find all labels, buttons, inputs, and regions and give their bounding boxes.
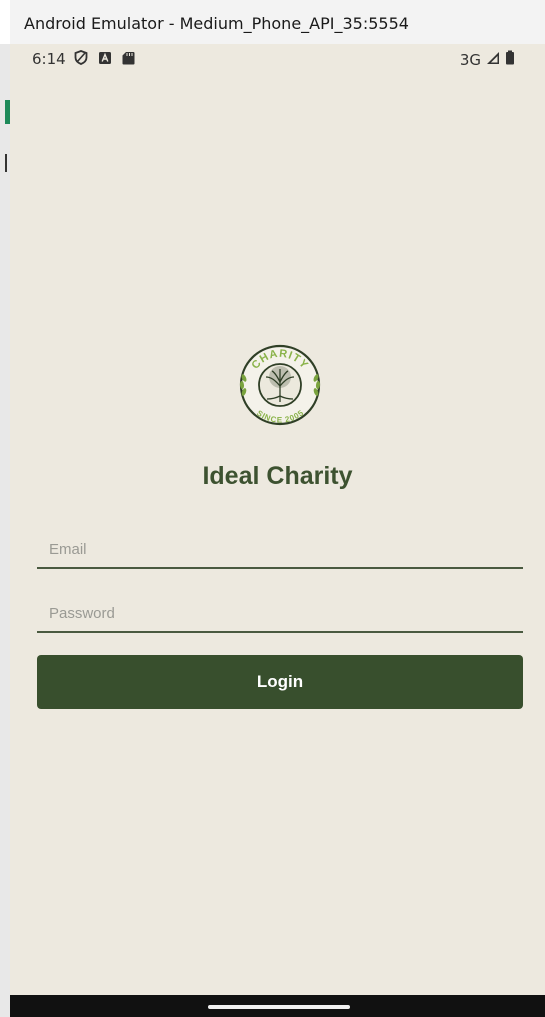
shield-icon — [74, 50, 88, 70]
password-field[interactable] — [37, 595, 523, 633]
password-input[interactable] — [37, 595, 523, 631]
emulator-window: Android Emulator - Medium_Phone_API_35:5… — [0, 0, 545, 1017]
window-title: Android Emulator - Medium_Phone_API_35:5… — [24, 14, 409, 33]
email-field[interactable] — [37, 531, 523, 569]
navigation-bar — [10, 995, 545, 1017]
app-title: Ideal Charity — [202, 462, 353, 490]
network-type: 3G — [459, 51, 481, 69]
a-box-icon — [98, 51, 112, 70]
charity-logo: CHARITY SINCE 2005 — [230, 344, 330, 426]
left-window-edge — [0, 44, 10, 1017]
home-gesture-handle[interactable] — [208, 1005, 350, 1009]
battery-icon — [505, 50, 515, 70]
phone-screen: 6:14 3G CHARITY SINCE 2005 Ideal Charity… — [10, 44, 545, 1017]
email-input[interactable] — [37, 531, 523, 567]
edge-dark-mark — [5, 154, 7, 172]
status-bar: 6:14 3G — [10, 44, 545, 72]
window-title-bar[interactable]: Android Emulator - Medium_Phone_API_35:5… — [10, 0, 545, 44]
signal-icon — [486, 51, 500, 70]
status-icons-left — [74, 50, 135, 70]
sd-card-icon — [122, 51, 135, 70]
status-icons-right: 3G — [460, 50, 515, 70]
login-button[interactable]: Login — [37, 655, 523, 709]
status-time: 6:14 — [32, 50, 66, 68]
